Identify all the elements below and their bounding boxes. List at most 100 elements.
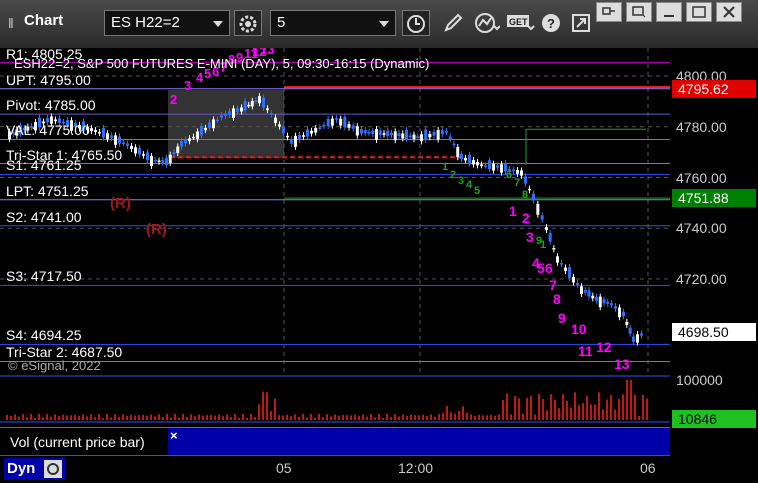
candle: [134, 147, 137, 154]
volume-bar: [434, 416, 436, 420]
price-axis[interactable]: 4800.00 4780.00 4760.00 4740.00 4720.00 4795…: [670, 48, 758, 482]
volume-bar: [426, 415, 428, 420]
candle: [428, 133, 432, 138]
candle: [632, 336, 635, 342]
link-button[interactable]: [568, 10, 596, 36]
volume-bar: [370, 414, 372, 420]
volume-tick: 100000: [676, 372, 723, 388]
candle: [614, 306, 617, 309]
grip-icon[interactable]: ‖: [8, 15, 18, 31]
level-label: Pivot: 4785.00: [6, 97, 96, 114]
candle: [583, 289, 587, 293]
volume-bar: [238, 417, 240, 420]
studies-button[interactable]: [472, 10, 500, 36]
help-button[interactable]: ?: [538, 10, 566, 36]
volume-bar: [58, 415, 60, 420]
dynamic-mode-button[interactable]: Dyn: [4, 458, 66, 480]
volume-bar: [174, 414, 176, 420]
volume-bar: [422, 414, 424, 420]
candle: [278, 124, 281, 127]
volume-bar: [350, 415, 352, 420]
volume-bar: [586, 395, 588, 420]
volume-bar: [78, 415, 80, 420]
settings-button[interactable]: [234, 10, 262, 36]
volume-bar: [358, 416, 360, 420]
volume-bar: [134, 415, 136, 420]
minimize-button[interactable]: [656, 2, 682, 22]
candle: [622, 311, 625, 317]
volume-bar: [330, 416, 332, 420]
candle: [138, 148, 141, 155]
volume-study-bar[interactable]: Vol (current price bar) ×: [0, 427, 670, 456]
candle: [339, 118, 343, 126]
candle: [363, 130, 367, 134]
volume-bar: [218, 414, 220, 420]
candle: [168, 154, 172, 163]
candle: [98, 131, 101, 134]
volume-bar: [614, 409, 616, 420]
volume-bar: [54, 414, 56, 420]
candle: [250, 100, 254, 107]
r-marker: (R): [110, 195, 131, 212]
count-label: 13: [614, 356, 630, 372]
close-button[interactable]: [716, 2, 742, 22]
candle: [448, 136, 452, 140]
get-button[interactable]: GET: [504, 10, 535, 36]
symbol-selector[interactable]: ES H22=2: [104, 10, 230, 36]
candle: [274, 117, 277, 124]
volume-bar: [474, 415, 476, 420]
time-button[interactable]: [402, 10, 430, 36]
level-label: Tri-Star 2: 4687.50: [6, 344, 123, 361]
level-label: S4: 4694.25: [6, 327, 82, 344]
volume-bar: [438, 414, 440, 420]
candle: [347, 124, 351, 128]
setup-count: 1: [442, 161, 448, 173]
candle: [452, 143, 456, 146]
candle: [401, 133, 405, 139]
count-label: 3: [184, 78, 191, 93]
candle: [184, 139, 187, 144]
candle: [595, 297, 598, 301]
candle: [286, 135, 289, 138]
candle: [598, 296, 602, 308]
candle: [262, 97, 265, 108]
level-label: R1: 4805.25: [6, 45, 83, 62]
price-plot[interactable]: 1 2345 67891011 1213234 5 6 78 9 11121312 3 4 56789…: [0, 48, 670, 374]
volume-bar: [554, 399, 556, 420]
candle: [480, 164, 483, 166]
volume-bar: [82, 414, 84, 420]
candle: [161, 159, 165, 163]
candle: [54, 119, 57, 122]
candle: [420, 134, 423, 142]
candle: [460, 154, 463, 160]
chevron-down-icon: [213, 21, 223, 27]
volume-bar: [262, 391, 264, 420]
volume-bar: [146, 415, 148, 420]
volume-bar: [450, 412, 452, 420]
interval-selector[interactable]: 5: [270, 10, 396, 36]
volume-bar: [506, 393, 508, 420]
candle: [436, 129, 440, 140]
price-box-text: 4698.50: [678, 324, 729, 340]
candle: [618, 307, 621, 318]
count-label: 12: [596, 339, 612, 355]
volume-bar: [270, 411, 272, 420]
volume-bar: [278, 415, 280, 420]
maximize-button[interactable]: [686, 2, 712, 22]
candle: [306, 129, 309, 137]
volume-bar: [290, 416, 292, 420]
volume-bar: [310, 414, 312, 420]
volume-bar: [150, 414, 152, 420]
pin-button[interactable]: [596, 2, 622, 22]
volume-plot[interactable]: [0, 374, 670, 426]
maximize-icon: [692, 6, 706, 18]
volume-bar: [166, 414, 168, 420]
volume-bar: [122, 414, 124, 420]
question-icon: ?: [542, 14, 560, 32]
restore-button[interactable]: [626, 2, 652, 22]
close-study-icon[interactable]: ×: [170, 428, 178, 443]
volume-bar: [566, 400, 568, 420]
candle: [118, 136, 121, 144]
time-axis[interactable]: 05 12:00 06: [0, 455, 670, 483]
draw-button[interactable]: [440, 10, 468, 36]
